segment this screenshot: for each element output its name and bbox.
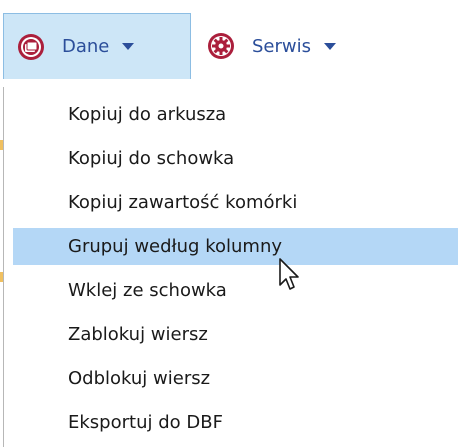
background-edge-marker bbox=[0, 140, 3, 150]
menu-item-label: Kopiuj zawartość komórki bbox=[68, 191, 298, 213]
serwis-menu-label: Serwis bbox=[252, 35, 312, 57]
menu-item-label: Kopiuj do arkusza bbox=[68, 103, 227, 125]
gear-icon bbox=[208, 33, 234, 59]
menu-item-wklej-ze-schowka[interactable]: Wklej ze schowka bbox=[13, 273, 458, 307]
menu-item-label: Kopiuj do schowka bbox=[68, 147, 235, 169]
serwis-menu-button[interactable]: Serwis bbox=[194, 13, 384, 79]
menu-item-grupuj-wedlug-kolumny[interactable]: Grupuj według kolumny bbox=[13, 228, 458, 265]
menu-item-eksportuj-do-dbf[interactable]: Eksportuj do DBF bbox=[13, 405, 458, 439]
database-icon bbox=[18, 33, 44, 60]
dane-menu-label: Dane bbox=[62, 36, 110, 57]
menu-item-label: Wklej ze schowka bbox=[68, 279, 227, 301]
toolbar: Dane Serwis bbox=[0, 0, 458, 87]
background-edge-marker bbox=[0, 272, 3, 282]
menu-item-kopiuj-do-schowka[interactable]: Kopiuj do schowka bbox=[13, 141, 458, 175]
screen: Dane Serwis Kopiuj do arkusza Kopiuj do … bbox=[0, 0, 458, 447]
menu-item-label: Zablokuj wiersz bbox=[68, 323, 208, 345]
menu-item-label: Eksportuj do DBF bbox=[68, 411, 223, 433]
menu-item-kopiuj-do-arkusza[interactable]: Kopiuj do arkusza bbox=[13, 97, 458, 131]
chevron-down-icon bbox=[324, 42, 337, 50]
menu-item-label: Odblokuj wiersz bbox=[68, 367, 211, 389]
menu-item-kopiuj-zawartosc-komorki[interactable]: Kopiuj zawartość komórki bbox=[13, 185, 458, 219]
chevron-down-icon bbox=[122, 43, 135, 50]
menu-item-label: Grupuj według kolumny bbox=[68, 236, 283, 257]
mouse-pointer-icon bbox=[279, 258, 299, 290]
dane-menu-button[interactable]: Dane bbox=[3, 13, 191, 79]
menu-item-odblokuj-wiersz[interactable]: Odblokuj wiersz bbox=[13, 361, 458, 395]
menu-item-zablokuj-wiersz[interactable]: Zablokuj wiersz bbox=[13, 317, 458, 351]
dane-dropdown-menu: Kopiuj do arkusza Kopiuj do schowka Kopi… bbox=[3, 87, 458, 447]
